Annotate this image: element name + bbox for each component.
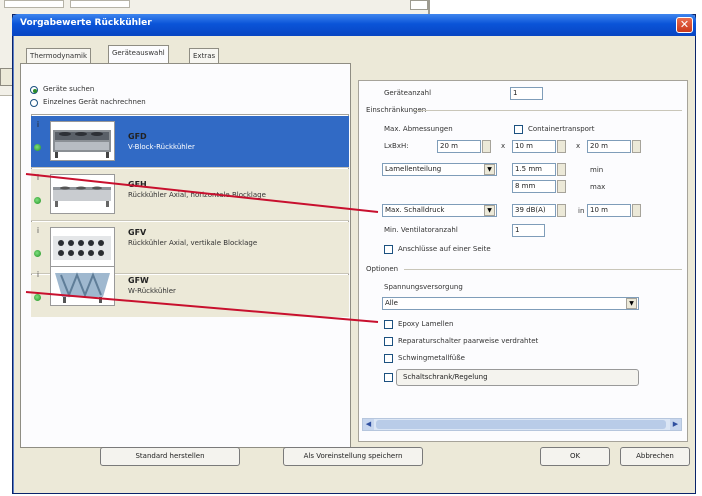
callout-lines [25, 173, 379, 323]
standard-button[interactable]: Standard herstellen [100, 447, 240, 466]
cancel-button[interactable]: Abbrechen [620, 447, 690, 466]
callout-line-sound [25, 173, 379, 213]
tab-geraeteauswahl[interactable]: Geräteauswahl [108, 45, 169, 63]
save-default-button[interactable]: Als Voreinstellung speichern [283, 447, 423, 466]
callout-line-epoxy [25, 291, 379, 323]
ok-button[interactable]: OK [540, 447, 610, 466]
